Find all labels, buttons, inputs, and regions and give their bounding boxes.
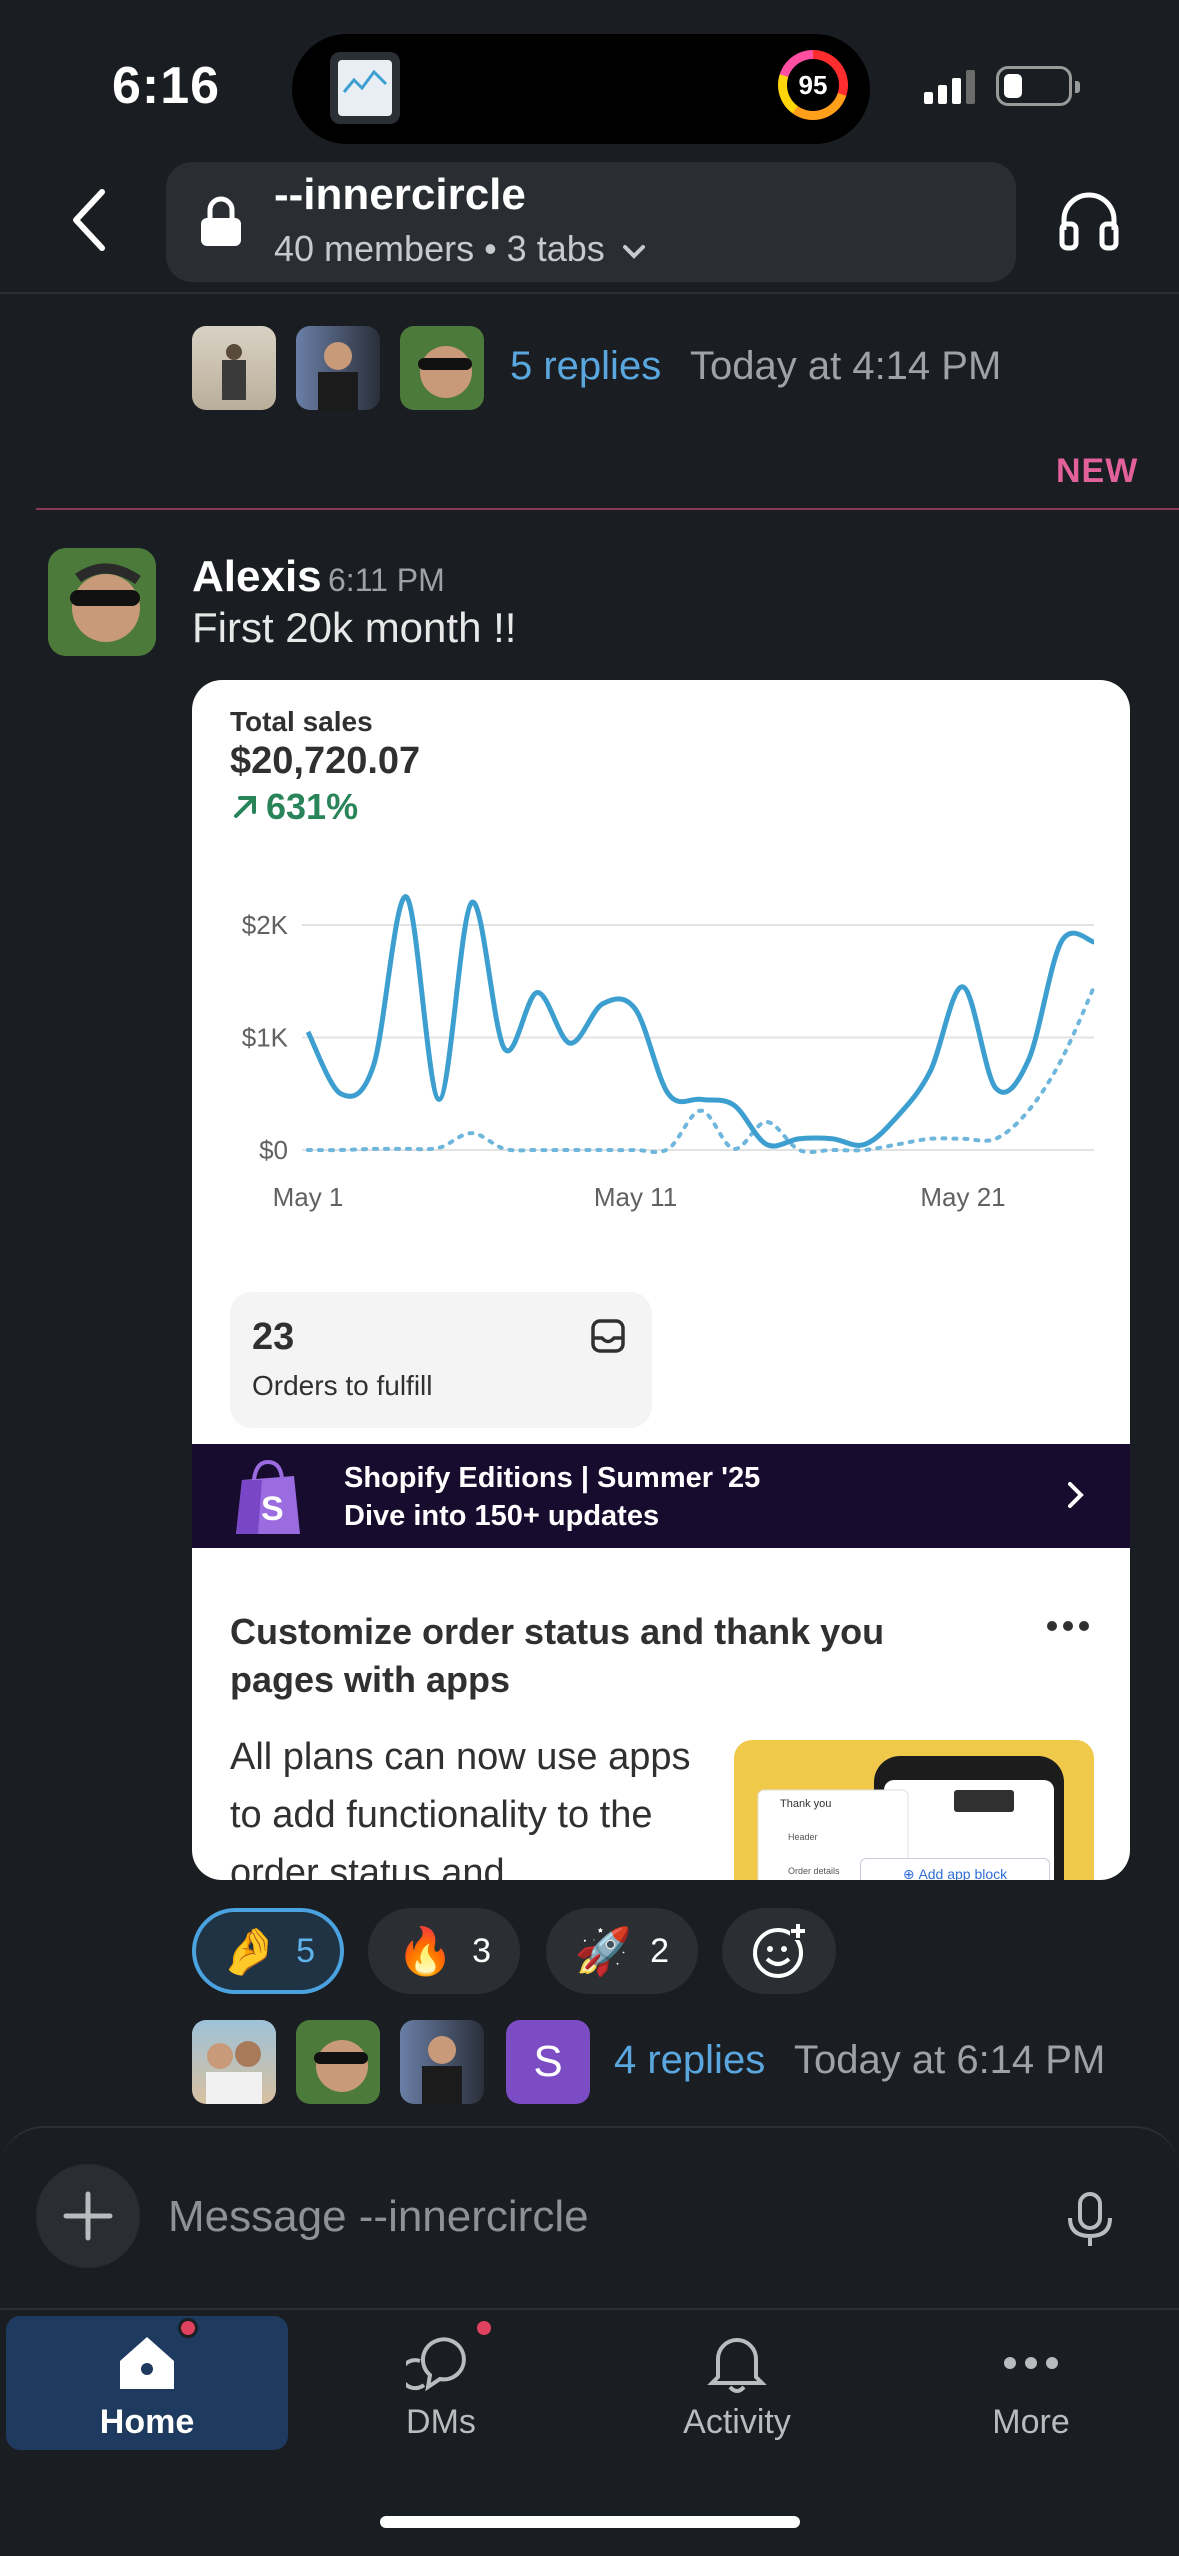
- home-indicator: [380, 2516, 800, 2528]
- tab-label: Home: [99, 2403, 195, 2441]
- new-messages-label: NEW: [1056, 452, 1139, 490]
- reaction-emoji: 🤌: [220, 1924, 279, 1977]
- sales-line-chart: $0 $1K $2K May 1 May 11 May 21: [242, 894, 1096, 1212]
- tab-more[interactable]: More: [890, 2316, 1172, 2450]
- customize-body: All plans can now use apps to add functi…: [230, 1736, 691, 1880]
- reaction-emoji: 🚀: [574, 1924, 633, 1977]
- orders-count: 23: [252, 1316, 295, 1358]
- headphones-icon[interactable]: [1058, 190, 1120, 252]
- more-dots-icon: [1047, 1621, 1089, 1631]
- thread-last-reply-time: Today at 6:14 PM: [794, 2038, 1106, 2082]
- message-input[interactable]: Message --innercircle: [168, 2192, 589, 2242]
- channel-subtitle-text: 40 members • 3 tabs: [274, 228, 605, 269]
- battery-icon: [996, 66, 1080, 106]
- avatar[interactable]: [296, 2020, 380, 2104]
- thread-replies-link[interactable]: 4 replies: [614, 2038, 765, 2083]
- banner-subtitle: Dive into 150+ updates: [344, 1500, 660, 1532]
- reaction-rocket[interactable]: 🚀 2: [546, 1908, 698, 1994]
- lock-icon: [201, 196, 241, 246]
- back-chevron-icon[interactable]: [62, 180, 122, 260]
- cellular-signal-icon: [924, 70, 975, 104]
- promo-add-app-block: ⊕ Add app block: [860, 1858, 1050, 1880]
- x-tick-label: May 11: [594, 1182, 677, 1212]
- header-divider: [0, 292, 1179, 294]
- avatar[interactable]: [400, 326, 484, 410]
- tab-label: Activity: [683, 2403, 791, 2441]
- chevron-right-icon: [1068, 1482, 1084, 1508]
- new-messages-divider: [36, 508, 1179, 510]
- promo-header-label: Header: [788, 1832, 818, 1842]
- promo-add-app-block-label: Add app block: [918, 1866, 1008, 1880]
- reaction-count: 2: [650, 1931, 670, 1970]
- author-avatar[interactable]: [48, 548, 156, 656]
- sales-change-value: 631%: [266, 786, 359, 827]
- sales-change: 631%: [230, 786, 358, 828]
- reaction-fire[interactable]: 🔥 3: [368, 1908, 520, 1994]
- screenshot-thumbnail-icon: [338, 60, 392, 116]
- bell-icon: [707, 2338, 767, 2393]
- activity-ring: 95: [778, 50, 848, 120]
- more-dots-icon: [1004, 2357, 1058, 2369]
- plus-icon: [63, 2191, 113, 2241]
- orders-label: Orders to fulfill: [252, 1370, 433, 1401]
- thread-last-reply-time: Today at 4:14 PM: [690, 344, 1002, 388]
- tab-home[interactable]: Home: [6, 2316, 288, 2450]
- avatar[interactable]: [400, 2020, 484, 2104]
- promo-tab-label: Thank you: [780, 1798, 832, 1810]
- message-author[interactable]: Alexis: [192, 552, 322, 602]
- y-tick-label: $2K: [242, 910, 289, 940]
- svg-text:S: S: [261, 1490, 284, 1528]
- shopify-bag-icon: S: [236, 1459, 300, 1534]
- promo-order-label: Order details: [788, 1866, 840, 1876]
- inbox-icon: [591, 1319, 625, 1353]
- orders-to-fulfill-card: 23 Orders to fulfill: [230, 1292, 652, 1428]
- unread-badge: [178, 2318, 198, 2338]
- total-sales-label: Total sales: [230, 706, 373, 737]
- chevron-down-icon: [622, 245, 645, 259]
- reaction-count: 5: [296, 1931, 316, 1970]
- message-text: First 20k month !!: [192, 604, 517, 651]
- avatar[interactable]: [296, 326, 380, 410]
- x-tick-label: May 21: [920, 1182, 1005, 1212]
- add-emoji-icon: [753, 1922, 808, 1978]
- image-attachment[interactable]: Total sales $20,720.07 631% $0 $1K $2K May …: [192, 680, 1130, 1880]
- avatar[interactable]: [192, 326, 276, 410]
- channel-name: --innercircle: [274, 170, 526, 219]
- channel-subtitle: 40 members • 3 tabs: [274, 228, 647, 270]
- y-tick-label: $0: [259, 1135, 288, 1165]
- avatar-letter[interactable]: S: [506, 2020, 590, 2104]
- message-time: 6:11 PM: [328, 562, 445, 598]
- y-tick-label: $1K: [242, 1023, 289, 1053]
- tab-activity[interactable]: Activity: [596, 2316, 878, 2450]
- add-attachment-button[interactable]: [36, 2164, 140, 2268]
- status-time: 6:16: [112, 57, 221, 115]
- avatar[interactable]: [192, 2020, 276, 2104]
- arrow-up-right-icon: [234, 796, 256, 818]
- tab-label: More: [992, 2403, 1070, 2441]
- customize-title: Customize order status and thank you pag…: [230, 1611, 885, 1700]
- shopify-editions-banner: S Shopify Editions | Summer '25 Dive int…: [192, 1444, 1130, 1548]
- dms-icon: [406, 2337, 466, 2392]
- reaction-count: 3: [472, 1931, 492, 1970]
- add-reaction-button[interactable]: [722, 1908, 836, 1994]
- x-tick-label: May 1: [273, 1182, 344, 1212]
- tab-label: DMs: [406, 2403, 476, 2441]
- unread-badge: [474, 2318, 494, 2338]
- microphone-icon[interactable]: [1064, 2190, 1116, 2250]
- total-sales-value: $20,720.07: [230, 740, 421, 782]
- home-icon: [120, 2337, 174, 2389]
- island-thumbnail: [330, 52, 400, 124]
- tab-dms[interactable]: DMs: [300, 2316, 582, 2450]
- reaction-pinched-fingers[interactable]: 🤌 5: [192, 1908, 344, 1994]
- reaction-emoji: 🔥: [396, 1924, 455, 1977]
- thread-replies-link[interactable]: 5 replies: [510, 344, 661, 389]
- activity-ring-value: 95: [787, 59, 839, 111]
- promo-illustration: Thank you Header Order details ⊕ Add app…: [734, 1740, 1094, 1880]
- banner-title: Shopify Editions | Summer '25: [344, 1462, 761, 1494]
